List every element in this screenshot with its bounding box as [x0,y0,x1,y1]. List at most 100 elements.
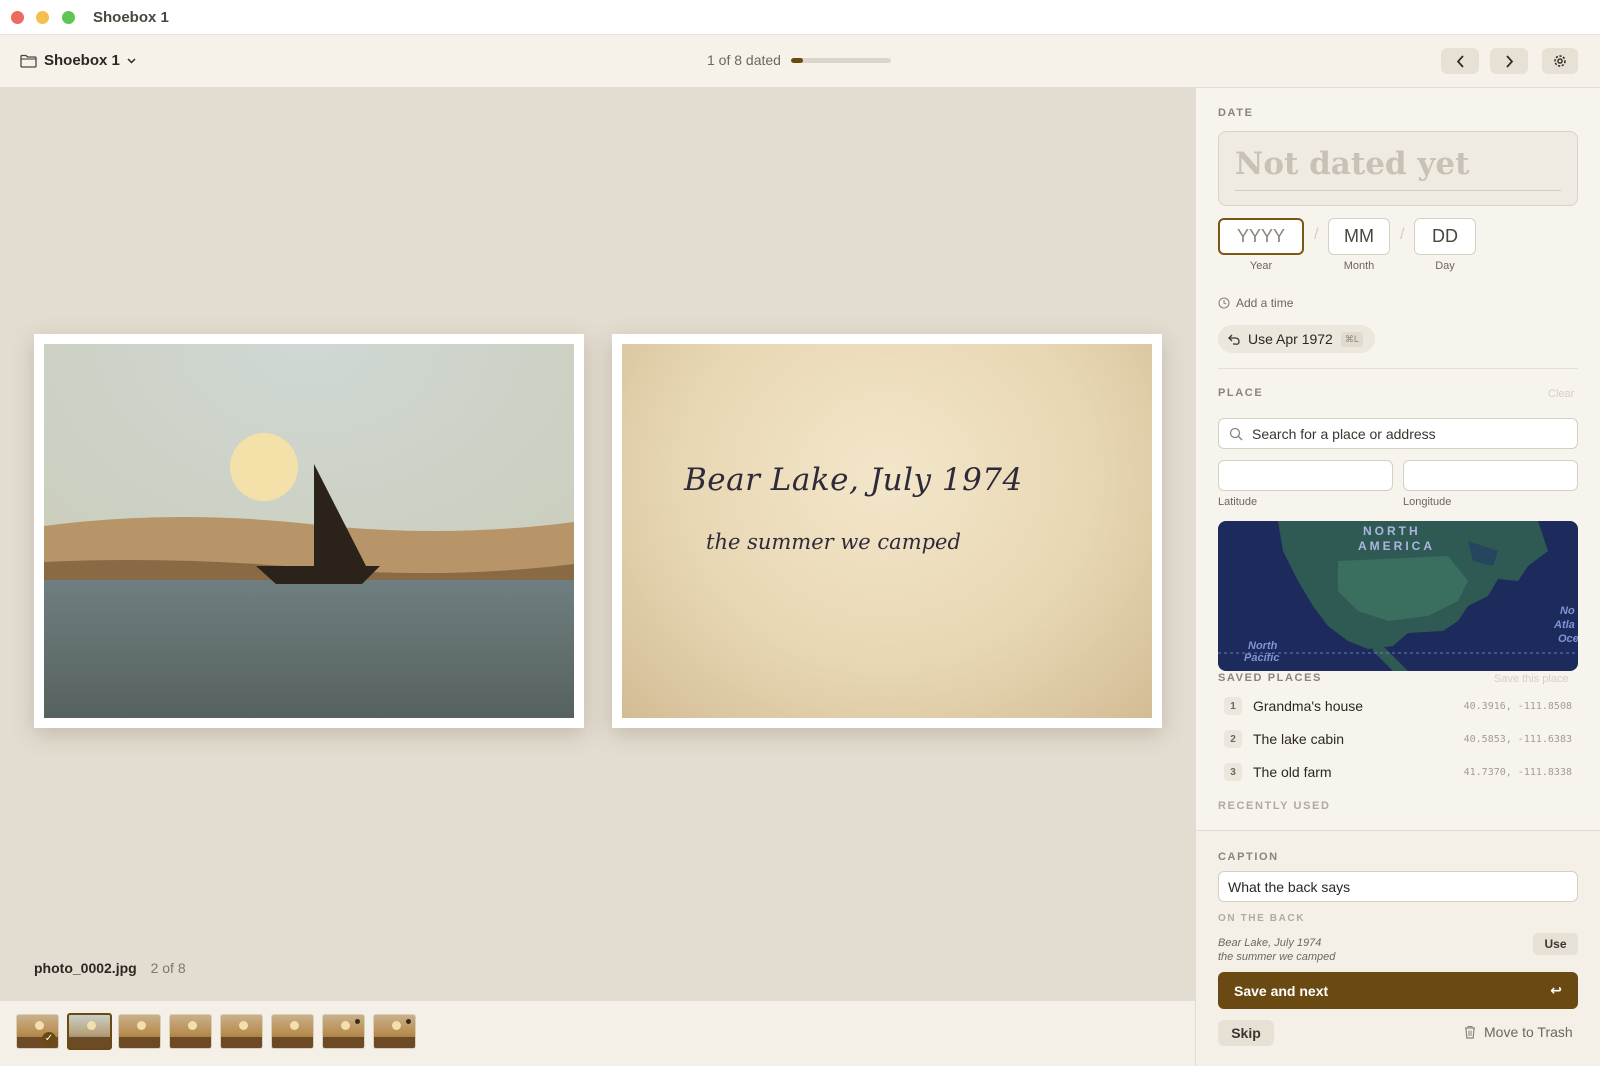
search-placeholder: Search for a place or address [1252,425,1436,442]
progress-text: 1 of 8 dated [707,52,781,68]
map-label-atlantic-2: Atla [1554,619,1575,631]
map-label-north-pacific: North [1248,640,1278,652]
move-to-trash-button[interactable]: Move to Trash [1464,1024,1573,1040]
photo-back[interactable]: Bear Lake, July 1974 the summer we campe… [612,334,1162,728]
saved-place-number: 3 [1224,763,1242,781]
skip-button[interactable]: Skip [1218,1020,1274,1046]
on-the-back-label: ON THE BACK [1218,913,1306,924]
photo-back-image: Bear Lake, July 1974 the summer we campe… [622,344,1152,718]
window-title: Shoebox 1 [93,9,169,26]
use-suggested-date-button[interactable]: Use Apr 1972 ⌘L [1218,325,1375,353]
date-display: Not dated yet [1218,131,1578,206]
previous-photo-button[interactable] [1441,48,1479,74]
year-label: Year [1249,260,1273,272]
saved-place-number: 1 [1224,697,1242,715]
filmstrip-thumbnail[interactable] [373,1014,416,1049]
save-and-next-label: Save and next [1234,982,1329,999]
back-text-line-1: Bear Lake, July 1974 [1218,937,1322,949]
map-label-pacific: Pacific [1244,652,1280,664]
toolbar: Shoebox 1 1 of 8 dated [0,35,1600,88]
close-window-button[interactable] [11,11,24,24]
photo-front-image [44,344,574,718]
location-map[interactable]: NORTH AMERICA North Pacific No Atla Oce [1218,521,1578,671]
saved-place-name: The old farm [1253,764,1332,780]
use-back-text-button[interactable]: Use [1533,933,1578,955]
saved-place-coords: 40.3916, -111.8508 [1463,700,1572,712]
photo-position: 2 of 8 [150,960,186,976]
photo-front[interactable] [34,334,584,728]
saved-place-number: 2 [1224,730,1242,748]
checkmark-icon: ✓ [42,1032,56,1046]
status-dot-icon [355,1019,360,1024]
saved-places-label: SAVED PLACES [1218,672,1322,684]
undo-arrow-icon [1228,334,1240,345]
day-input[interactable]: DD [1414,218,1476,255]
filmstrip-thumbnail[interactable] [169,1014,212,1049]
date-section-label: DATE [1218,107,1254,119]
return-key-icon: ↩ [1550,982,1562,998]
latitude-label: Latitude [1218,496,1258,508]
year-input[interactable]: YYYY [1218,218,1304,255]
caption-area: CAPTION What the back says ON THE BACK B… [1196,830,1600,1066]
save-this-place-button[interactable]: Save this place [1494,673,1569,685]
back-handwriting-line-2: the summer we camped [706,530,961,554]
details-panel: DATE Not dated yet YYYY / MM / DD Year M… [1195,88,1600,1066]
progress-fill [790,57,804,63]
minimize-window-button[interactable] [36,11,49,24]
filmstrip-thumbnail[interactable] [322,1014,365,1049]
caption-section-label: CAPTION [1218,851,1279,863]
saved-place-coords: 41.7370, -111.8338 [1463,766,1572,778]
title-bar: Shoebox 1 [0,0,1600,35]
filmstrip-thumbnail[interactable]: ✓ [16,1014,59,1049]
chevron-left-icon [1456,54,1464,68]
date-display-placeholder: Not dated yet [1235,146,1470,182]
clear-place-button[interactable]: Clear [1548,388,1574,400]
search-icon [1229,427,1243,440]
save-and-next-button[interactable]: Save and next ↩ [1218,972,1578,1009]
day-label: Day [1435,260,1455,272]
saved-place-name: The lake cabin [1253,731,1345,747]
saved-place-name: Grandma's house [1253,698,1364,714]
zoom-window-button[interactable] [62,11,75,24]
filmstrip-thumbnail[interactable] [118,1014,161,1049]
next-photo-button[interactable] [1490,48,1528,74]
trash-icon [1465,1025,1475,1039]
file-name: photo_0002.jpg [34,960,137,976]
longitude-input[interactable] [1403,460,1578,491]
filmstrip-thumbnail[interactable] [67,1013,112,1050]
month-input[interactable]: MM [1328,218,1390,255]
folder-icon [20,54,37,68]
settings-button[interactable] [1542,48,1578,74]
recently-used-label: RECENTLY USED [1218,800,1331,812]
progress-bar [790,57,891,63]
file-info: photo_0002.jpg 2 of 8 [34,960,186,976]
move-to-trash-label: Move to Trash [1484,1024,1573,1040]
saved-place-item[interactable]: 1 Grandma's house 40.3916, -111.8508 [1224,693,1578,719]
date-separator: / [1400,226,1405,243]
filmstrip-thumbnail[interactable] [220,1014,263,1049]
folder-selector[interactable]: Shoebox 1 [20,52,136,69]
latitude-input[interactable] [1218,460,1393,491]
caption-input[interactable]: What the back says [1218,871,1578,902]
saved-place-coords: 40.5853, -111.6383 [1463,733,1572,745]
shortcut-hint: ⌘L [1340,331,1363,347]
back-handwriting-line-1: Bear Lake, July 1974 [684,462,1023,498]
back-text-preview: Bear Lake, July 1974 the summer we campe… [1218,936,1335,964]
map-label-america: AMERICA [1358,539,1435,553]
map-label-atlantic-1: No [1560,605,1575,617]
clock-icon [1218,297,1230,309]
saved-place-item[interactable]: 2 The lake cabin 40.5853, -111.6383 [1224,726,1578,752]
photo-stage: Bear Lake, July 1974 the summer we campe… [0,88,1195,1000]
filmstrip-thumbnail[interactable] [271,1014,314,1049]
saved-place-item[interactable]: 3 The old farm 41.7370, -111.8338 [1224,759,1578,785]
place-search-input[interactable]: Search for a place or address [1218,418,1578,449]
status-dot-icon [406,1019,411,1024]
add-time-label: Add a time [1236,296,1294,310]
add-time-button[interactable]: Add a time [1218,296,1293,310]
chevron-down-icon [127,57,136,64]
longitude-label: Longitude [1403,496,1452,508]
dating-progress: 1 of 8 dated [707,52,891,68]
chevron-right-icon [1505,54,1513,68]
month-label: Month [1343,260,1375,272]
folder-label: Shoebox 1 [44,52,120,69]
